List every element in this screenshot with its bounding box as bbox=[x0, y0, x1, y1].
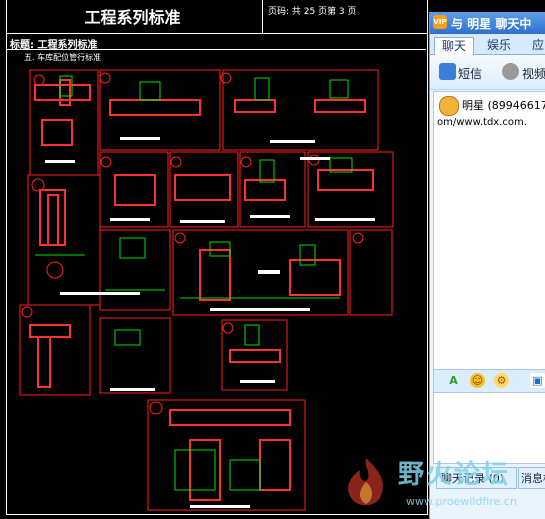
chat-window[interactable]: VIP 与 明星 聊天中 聊天 娱乐 应 短信 视频 明星 (89946617)… bbox=[429, 12, 545, 519]
magic-emoticon-icon[interactable]: ⚙ bbox=[494, 373, 509, 388]
chat-window-title: 与 明星 聊天中 bbox=[451, 17, 532, 31]
smiley-icon[interactable]: ☺ bbox=[470, 373, 485, 388]
video-icon[interactable] bbox=[502, 63, 519, 80]
tab-chat[interactable]: 聊天 bbox=[434, 37, 474, 55]
message-history-area[interactable]: 明星 (89946617) om/www.tdx.com. bbox=[433, 91, 545, 373]
sms-icon[interactable] bbox=[439, 63, 456, 80]
tab-entertainment[interactable]: 娱乐 bbox=[480, 37, 518, 54]
tab-app[interactable]: 应 bbox=[528, 37, 545, 54]
video-button[interactable]: 视频 bbox=[522, 65, 545, 82]
app-vip-icon: VIP bbox=[433, 15, 447, 29]
forum-watermark: 野火论坛 www.proewildfire.cn bbox=[336, 448, 545, 519]
chat-tabs: 聊天 娱乐 应 bbox=[430, 34, 545, 55]
font-icon[interactable]: A bbox=[446, 373, 461, 388]
contact-name: 明星 (89946617) bbox=[462, 99, 545, 112]
screenshot-icon[interactable]: ▣ bbox=[530, 373, 545, 388]
contact-avatar bbox=[439, 96, 459, 116]
chat-toolbar: 短信 视频 bbox=[430, 55, 545, 90]
emoticon-toolbar: A ☺ ⚙ ▣ bbox=[433, 369, 545, 393]
flame-logo-icon bbox=[348, 458, 383, 506]
sms-button[interactable]: 短信 bbox=[458, 65, 482, 82]
message-text: om/www.tdx.com. bbox=[437, 117, 527, 128]
watermark-text: 野火论坛 bbox=[398, 460, 511, 490]
watermark-url: www.proewildfire.cn bbox=[406, 495, 517, 508]
chat-titlebar[interactable]: VIP 与 明星 聊天中 bbox=[430, 12, 545, 34]
